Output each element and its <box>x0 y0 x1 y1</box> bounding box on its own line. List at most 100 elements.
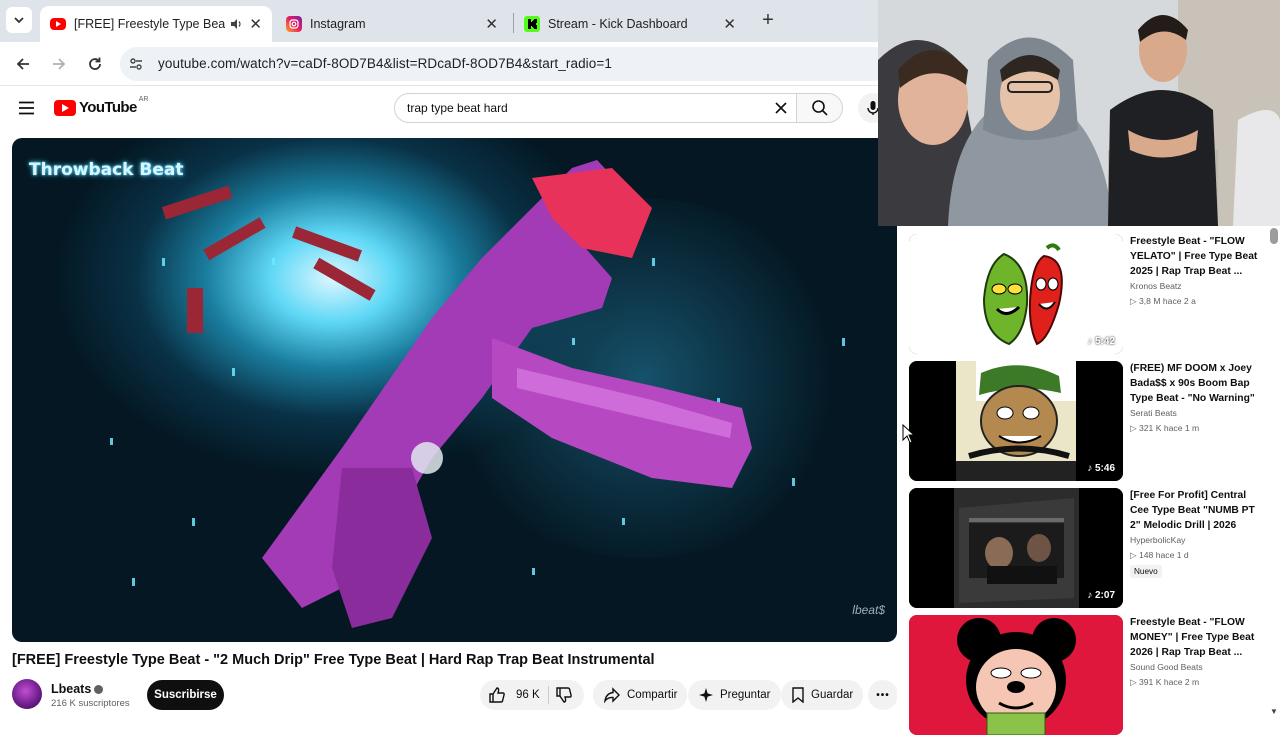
arrow-right-icon <box>53 58 66 70</box>
video-thumbnail[interactable] <box>909 615 1123 735</box>
chevron-down-icon <box>14 17 24 24</box>
youtube-header: YouTube AR trap type beat hard <box>0 86 888 132</box>
country-code: AR <box>138 96 149 103</box>
new-badge: Nuevo <box>1130 565 1162 578</box>
thumbnail-art <box>909 615 1123 735</box>
recommendations-sidebar: ♪ 5:42 Freestyle Beat - "FLOW YELATO" | … <box>897 226 1280 735</box>
tab-title: Stream - Kick Dashboard <box>548 17 688 31</box>
video-title[interactable]: [Free For Profit] Central Cee Type Beat … <box>1130 488 1258 533</box>
duration-badge: ♪ 5:42 <box>1087 336 1115 347</box>
channel-name[interactable]: Sound Good Beats <box>1130 662 1203 672</box>
divider <box>548 686 549 704</box>
search-query: trap type beat hard <box>407 101 508 115</box>
sparkle-icon <box>699 688 713 702</box>
video-title[interactable]: Freestyle Beat - "FLOW YELATO" | Free Ty… <box>1130 234 1258 279</box>
save-label: Guardar <box>811 689 854 701</box>
search-input[interactable]: trap type beat hard <box>394 93 797 123</box>
list-item[interactable]: Freestyle Beat - "FLOW MONEY" | Free Typ… <box>909 615 1269 735</box>
subscriber-count: 216 K suscriptores <box>51 698 130 709</box>
site-settings-icon[interactable] <box>128 56 144 72</box>
duration: 2:07 <box>1094 590 1115 601</box>
share-label: Compartir <box>627 689 678 701</box>
forward-button[interactable] <box>47 52 71 76</box>
video-meta: ▷ 148 hace 1 d <box>1130 550 1189 561</box>
instagram-icon <box>286 16 302 32</box>
arrow-left-icon <box>16 58 29 70</box>
address-bar[interactable]: youtube.com/watch?v=caDf-8OD7B4&list=RDc… <box>120 47 890 81</box>
search-icon <box>811 100 828 116</box>
youtube-play-icon <box>54 99 76 116</box>
share-icon <box>604 687 620 703</box>
tab-instagram[interactable]: Instagram ✕ <box>276 6 508 42</box>
meta-text: 321 K hace 1 m <box>1139 423 1200 433</box>
youtube-icon <box>50 18 66 30</box>
plus-icon: + <box>762 8 774 31</box>
dislike-button[interactable] <box>555 686 573 709</box>
like-dislike-group: 96 K <box>480 680 584 710</box>
subscribe-button[interactable]: Suscribirse <box>147 680 224 710</box>
list-item[interactable]: ♪ 2:07 [Free For Profit] Central Cee Typ… <box>909 488 1269 608</box>
watermark: lbeat$ <box>852 603 885 617</box>
list-item[interactable]: ♪ 5:42 Freestyle Beat - "FLOW YELATO" | … <box>909 234 1269 354</box>
tab-title: Instagram <box>310 17 366 31</box>
browser-toolbar: youtube.com/watch?v=caDf-8OD7B4&list=RDc… <box>0 42 890 86</box>
tab-youtube[interactable]: [FREE] Freestyle Type Beat - ✕ <box>40 6 272 42</box>
channel-name: Lbeats <box>51 682 92 696</box>
video-title[interactable]: (FREE) MF DOOM x Joey Bada$$ x 90s Boom … <box>1130 361 1258 406</box>
like-count: 96 K <box>516 689 540 701</box>
duration: 5:42 <box>1094 336 1115 347</box>
video-thumbnail[interactable]: ♪ 2:07 <box>909 488 1123 608</box>
more-actions-button[interactable]: ••• <box>868 680 898 710</box>
tab-search-button[interactable] <box>6 7 32 33</box>
thumbs-up-icon <box>489 687 505 703</box>
channel-avatar[interactable] <box>12 679 42 709</box>
channel-name[interactable]: Serati Beats <box>1130 408 1177 418</box>
sidebar-scrollbar[interactable]: ▼ <box>1268 226 1280 720</box>
video-title[interactable]: Freestyle Beat - "FLOW MONEY" | Free Typ… <box>1130 615 1258 660</box>
meta-text: 3,8 M hace 2 a <box>1139 296 1196 306</box>
kick-icon <box>524 16 540 32</box>
webcam-feed <box>878 0 1280 226</box>
verified-icon <box>94 685 104 695</box>
duration: 5:46 <box>1094 463 1115 474</box>
url-text: youtube.com/watch?v=caDf-8OD7B4&list=RDc… <box>158 56 612 71</box>
scroll-down-icon[interactable]: ▼ <box>1270 707 1278 716</box>
video-thumbnail[interactable]: ♪ 5:42 <box>909 234 1123 354</box>
clear-search-icon[interactable] <box>772 99 790 117</box>
meta-text: 391 K hace 2 m <box>1139 677 1200 687</box>
tab-kick[interactable]: Stream - Kick Dashboard ✕ <box>514 6 746 42</box>
save-button[interactable]: Guardar <box>781 680 864 710</box>
play-icon: ▷ <box>1130 677 1137 687</box>
video-title: [FREE] Freestyle Type Beat - "2 Much Dri… <box>12 652 655 668</box>
like-button[interactable]: 96 K <box>488 686 540 704</box>
tab-title: [FREE] Freestyle Type Beat - <box>74 17 226 31</box>
video-frame-art <box>110 160 845 628</box>
list-item[interactable]: ♪ 5:46 (FREE) MF DOOM x Joey Bada$$ x 90… <box>909 361 1269 481</box>
scrollbar-thumb[interactable] <box>1270 228 1278 244</box>
thumbs-down-icon <box>556 687 572 703</box>
duration-badge: ♪ 5:46 <box>1087 463 1115 474</box>
channel-name[interactable]: Kronos Beatz <box>1130 281 1182 291</box>
mouse-cursor-icon <box>902 424 916 444</box>
back-button[interactable] <box>11 52 35 76</box>
channel-name[interactable]: HyperbolicKay <box>1130 535 1185 545</box>
speaker-icon[interactable] <box>229 17 243 31</box>
play-icon: ▷ <box>1130 550 1137 560</box>
more-icon: ••• <box>876 689 890 701</box>
reload-button[interactable] <box>83 52 107 76</box>
new-tab-button[interactable]: + <box>756 8 780 32</box>
video-thumbnail[interactable]: ♪ 5:46 <box>909 361 1123 481</box>
search-button[interactable] <box>797 93 843 123</box>
play-icon: ▷ <box>1130 423 1137 433</box>
close-tab-icon[interactable]: ✕ <box>485 15 498 33</box>
ask-button[interactable]: Preguntar <box>688 680 781 710</box>
share-button[interactable]: Compartir <box>593 680 688 710</box>
video-meta: ▷ 321 K hace 1 m <box>1130 423 1199 434</box>
close-tab-icon[interactable]: ✕ <box>723 15 736 33</box>
channel-name-row[interactable]: Lbeats <box>51 682 104 696</box>
video-player[interactable]: Throwback Beat lbeat$ <box>12 138 897 642</box>
close-tab-icon[interactable]: ✕ <box>249 15 262 33</box>
video-meta: ▷ 3,8 M hace 2 a <box>1130 296 1196 307</box>
menu-icon[interactable] <box>18 101 36 115</box>
youtube-logo[interactable]: YouTube AR <box>54 96 149 116</box>
